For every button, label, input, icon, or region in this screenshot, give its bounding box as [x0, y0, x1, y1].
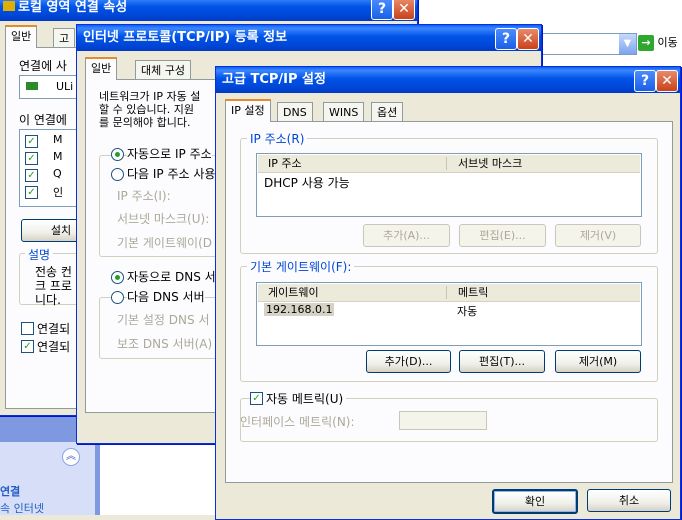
show-icon-checkbox[interactable] [21, 322, 34, 335]
tab-authentication[interactable]: 고 [53, 28, 76, 48]
interface-metric-input[interactable] [399, 411, 487, 430]
network-icon [3, 1, 15, 11]
close-button[interactable]: ✕ [393, 0, 415, 20]
connect-using-label: 연결에 사 [19, 59, 67, 73]
item-label-2: M [53, 150, 63, 163]
gateway-list-header: 게이트웨이 메트릭 [258, 284, 640, 302]
window-title: 인터넷 프로토콜(TCP/IP) 등록 정보 [83, 30, 288, 45]
ip-list-header: IP 주소 서브넷 마스크 [258, 155, 640, 173]
item-label-4: 인 [53, 186, 64, 199]
gateway-group-legend: 기본 게이트웨이(F): [247, 258, 355, 275]
tab-general[interactable]: 일반 [85, 57, 118, 80]
alternate-dns-label: 보조 DNS 서버(A) [117, 337, 213, 351]
column-header-subnet[interactable]: 서브넷 마스크 [458, 155, 522, 172]
gateway-edit-button[interactable]: 편집(T)... [459, 350, 545, 373]
gateway-remove-button[interactable]: 제거(M) [555, 350, 641, 373]
close-button[interactable]: ✕ [656, 70, 678, 92]
window-title: 로컬 영역 연결 속성 [18, 0, 128, 15]
item-label-1: M [53, 133, 63, 146]
manual-dns-radio[interactable] [111, 291, 124, 304]
go-arrow-icon: → [638, 35, 654, 51]
manual-dns-label: 다음 DNS 서버 [127, 288, 205, 305]
tab-wins[interactable]: WINS [323, 102, 365, 122]
ip-address-list[interactable]: IP 주소 서브넷 마스크 DHCP 사용 가능 [256, 153, 642, 217]
side-panel-heading: 연결 [0, 485, 21, 498]
side-panel-subtext: 속 인터넷 [0, 502, 44, 515]
close-button[interactable]: ✕ [517, 28, 539, 50]
ip-edit-button[interactable]: 편집(E)... [459, 224, 546, 247]
ok-button[interactable]: 확인 [492, 489, 578, 514]
gateway-cell: 192.168.0.1 [264, 303, 335, 316]
auto-metric-label: 자동 메트릭(U) [263, 390, 347, 407]
window-title: 고급 TCP/IP 설정 [222, 72, 326, 87]
chevron-down-icon[interactable]: ▼ [619, 34, 636, 54]
manual-ip-radio[interactable] [111, 168, 124, 181]
tab-general[interactable]: 일반 [5, 25, 38, 48]
auto-metric-checkbox[interactable]: ✓ [250, 392, 263, 405]
subnet-label: 서브넷 마스크(U): [117, 212, 210, 226]
gateway-list[interactable]: 게이트웨이 메트릭 192.168.0.1 자동 [256, 282, 642, 346]
table-row[interactable]: 192.168.0.1 자동 [259, 302, 639, 318]
notify-checkbox[interactable]: ✓ [21, 340, 34, 353]
titlebar[interactable]: 인터넷 프로토콜(TCP/IP) 등록 정보 [77, 25, 541, 51]
go-button[interactable]: → 이동 [638, 33, 682, 53]
interface-metric-label: 인터페이스 메트릭(N): [240, 415, 355, 429]
go-label: 이동 [657, 36, 678, 49]
item-checkbox-1[interactable]: ✓ [25, 135, 38, 148]
show-icon-label: 연결되 [37, 322, 71, 336]
tab-ip-settings[interactable]: IP 설정 [225, 99, 271, 122]
table-row[interactable]: DHCP 사용 가능 [264, 174, 350, 191]
adapter-name: ULi [56, 80, 74, 93]
tab-options[interactable]: 옵션 [371, 102, 404, 122]
auto-ip-label: 자동으로 IP 주소 [127, 145, 212, 162]
adapter-icon [26, 82, 38, 90]
titlebar[interactable]: 로컬 영역 연결 속성 [0, 0, 417, 21]
item-checkbox-2[interactable]: ✓ [25, 152, 38, 165]
collapse-icon[interactable]: ︽ [62, 448, 80, 466]
item-checkbox-4[interactable]: ✓ [25, 186, 38, 199]
help-button[interactable]: ? [634, 70, 656, 92]
tab-alternate-config[interactable]: 대체 구성 [135, 60, 191, 80]
description-line-3: 니다. [35, 293, 61, 307]
column-header-ip[interactable]: IP 주소 [268, 155, 302, 172]
cancel-button[interactable]: 취소 [587, 489, 671, 512]
ip-address-label: IP 주소(I): [117, 189, 171, 203]
description-legend: 설명 [25, 246, 54, 263]
manual-ip-label: 다음 IP 주소 사용 [127, 167, 216, 181]
gateway-add-button[interactable]: 추가(D)... [366, 350, 451, 373]
column-header-metric[interactable]: 메트릭 [458, 284, 488, 301]
auto-dns-label: 자동으로 DNS 서 [127, 270, 216, 284]
column-divider [446, 286, 447, 299]
help-button[interactable]: ? [371, 0, 393, 20]
auto-dns-radio[interactable] [111, 271, 124, 284]
gateway-label: 기본 게이트웨이(D [117, 236, 213, 250]
column-divider [446, 157, 447, 170]
preferred-dns-label: 기본 설정 DNS 서 [117, 313, 210, 327]
column-header-gateway[interactable]: 게이트웨이 [268, 284, 319, 301]
item-label-3: Q [53, 167, 62, 180]
notify-label: 연결되 [37, 340, 71, 354]
auto-ip-radio[interactable] [111, 148, 124, 161]
items-label: 이 연결에 [19, 113, 67, 127]
tab-dns[interactable]: DNS [277, 102, 313, 122]
help-button[interactable]: ? [495, 28, 517, 50]
item-checkbox-3[interactable]: ✓ [25, 169, 38, 182]
address-dropdown[interactable]: ▼ [541, 33, 637, 55]
ip-add-button[interactable]: 추가(A)... [363, 224, 450, 247]
ip-address-group-legend: IP 주소(R) [247, 130, 308, 147]
intro-line-3: 를 문의해야 합니다. [99, 116, 191, 129]
metric-cell: 자동 [457, 305, 478, 318]
titlebar[interactable]: 고급 TCP/IP 설정 [216, 67, 680, 93]
advanced-tcpip-settings-window: 고급 TCP/IP 설정 ? ✕ IP 설정 DNS WINS 옵션 IP 주소… [215, 66, 681, 520]
ip-remove-button[interactable]: 제거(V) [555, 224, 641, 247]
